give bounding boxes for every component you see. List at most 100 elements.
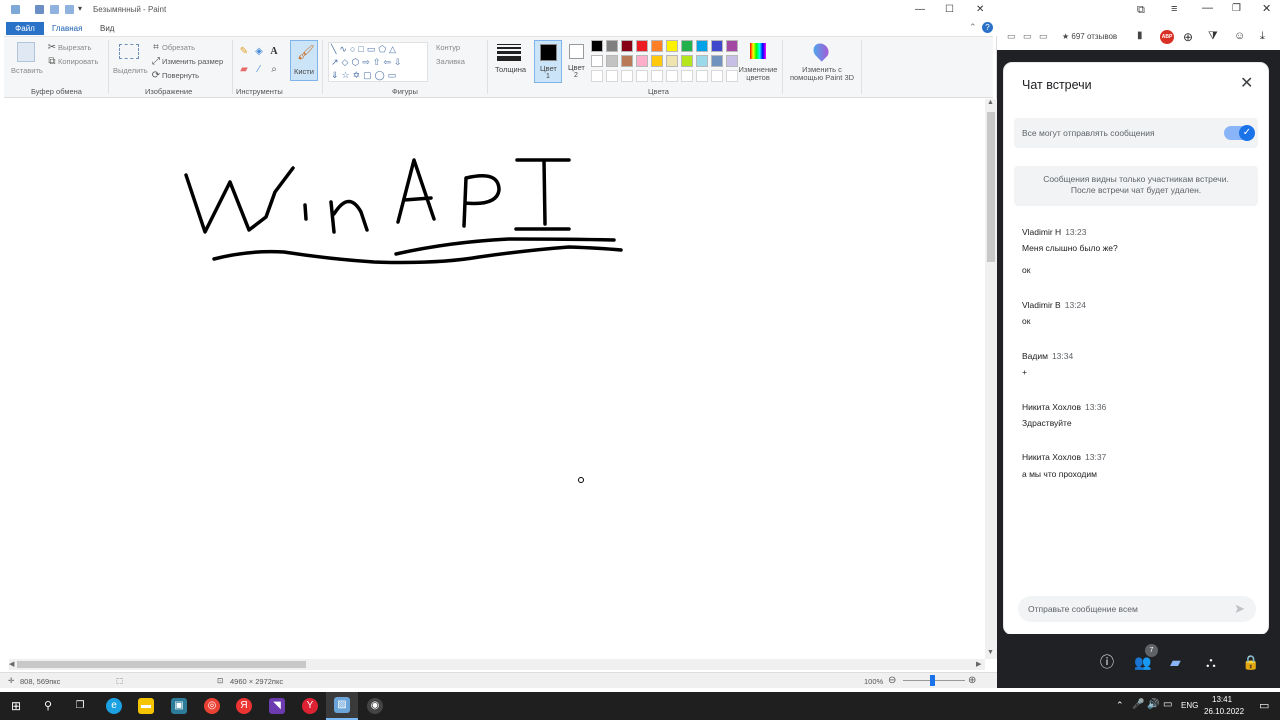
palette-custom-swatch[interactable] <box>606 70 618 82</box>
chat-bubble-icon[interactable]: ▭ <box>1039 31 1048 42</box>
allow-messages-toggle[interactable]: ✓ <box>1224 125 1255 141</box>
rotate-icon[interactable]: ⟳ <box>150 70 162 82</box>
palette-custom-swatch[interactable] <box>666 70 678 82</box>
chat-message-input[interactable]: Отправьте сообщение всем ➤ <box>1018 596 1256 622</box>
magnifier-icon[interactable]: ⌕ <box>268 64 280 76</box>
yandex-browser-icon[interactable]: Y <box>302 698 318 714</box>
close-button[interactable]: ✕ <box>976 4 984 15</box>
palette-swatch[interactable] <box>621 55 633 67</box>
adblock-icon[interactable]: ABP <box>1160 30 1174 44</box>
cast-icon[interactable]: ▭ <box>1023 31 1032 42</box>
paint3d-button[interactable]: Изменить с помощью Paint 3D <box>786 66 858 82</box>
palette-custom-swatch[interactable] <box>696 70 708 82</box>
paste-icon[interactable] <box>17 42 35 62</box>
palette-swatch[interactable] <box>651 55 663 67</box>
stroke-size-button[interactable]: Толщина <box>495 65 526 74</box>
crop-button[interactable]: Обрезать <box>162 43 195 52</box>
palette-swatch[interactable] <box>606 55 618 67</box>
task-view-icon[interactable]: ❐ <box>72 698 88 714</box>
resize-button[interactable]: Изменить размер <box>162 57 223 66</box>
menu-icon[interactable]: ≡ <box>1171 3 1177 15</box>
palette-swatch[interactable] <box>711 55 723 67</box>
paste-button[interactable]: Вставить <box>11 66 43 75</box>
palette-swatch[interactable] <box>636 55 648 67</box>
visual-studio-icon[interactable]: ◥ <box>269 698 285 714</box>
tab-view[interactable]: Вид <box>100 24 114 33</box>
palette-swatch[interactable] <box>636 40 648 52</box>
palette-swatch[interactable] <box>696 55 708 67</box>
downloads-icon[interactable]: ⤓ <box>1260 30 1265 43</box>
palette-custom-swatch[interactable] <box>711 70 723 82</box>
vertical-scrollbar-thumb[interactable] <box>987 112 995 262</box>
select-icon[interactable] <box>119 44 139 59</box>
activities-icon[interactable]: ⛬ <box>1206 654 1216 670</box>
palette-swatch[interactable] <box>666 40 678 52</box>
palette-swatch[interactable] <box>681 55 693 67</box>
tab-home[interactable]: Главная <box>52 24 82 33</box>
close-icon[interactable]: ✕ <box>1262 2 1271 15</box>
stroke-size-icon[interactable] <box>497 44 521 61</box>
host-controls-icon[interactable]: 🔒 <box>1242 654 1259 670</box>
network-icon[interactable]: ▭ <box>1163 699 1172 710</box>
zoom-slider-thumb[interactable] <box>930 675 935 686</box>
tab-file[interactable]: Файл <box>6 22 44 35</box>
color1-button[interactable]: Цвет 1 <box>534 40 562 83</box>
palette-swatch[interactable] <box>726 40 738 52</box>
search-icon[interactable]: ⚲ <box>40 698 56 714</box>
picture-in-picture-icon[interactable]: ⧉ <box>1137 4 1145 17</box>
scroll-down-arrow-icon[interactable]: ▼ <box>987 649 994 656</box>
start-icon[interactable]: ⊞ <box>8 698 24 714</box>
notifications-icon[interactable]: ▭ <box>1259 699 1269 712</box>
store-icon[interactable]: ▣ <box>171 698 187 714</box>
crop-icon[interactable]: ⌗ <box>150 42 162 54</box>
palette-swatch[interactable] <box>666 55 678 67</box>
file-explorer-icon[interactable]: ▬ <box>138 698 154 714</box>
send-icon[interactable]: ➤ <box>1234 601 1245 617</box>
drawing-canvas[interactable] <box>9 102 984 658</box>
chat-close-icon[interactable]: ✕ <box>1240 76 1253 92</box>
fill-button[interactable]: Заливка <box>436 57 465 66</box>
cut-icon[interactable]: ✂ <box>46 42 58 54</box>
select-button[interactable]: Выделить <box>113 66 148 75</box>
palette-swatch[interactable] <box>591 40 603 52</box>
extensions-icon[interactable]: ⧩ <box>1208 30 1218 43</box>
palette-swatch[interactable] <box>681 40 693 52</box>
video-icon[interactable]: ▭ <box>1007 31 1016 42</box>
palette-custom-swatch[interactable] <box>621 70 633 82</box>
palette-swatch[interactable] <box>651 40 663 52</box>
eraser-icon[interactable]: ▰ <box>238 64 250 76</box>
palette-custom-swatch[interactable] <box>651 70 663 82</box>
edge-icon[interactable]: e <box>106 698 122 714</box>
palette-custom-swatch[interactable] <box>591 70 603 82</box>
chat-icon[interactable]: ▰ <box>1170 654 1181 670</box>
scroll-up-arrow-icon[interactable]: ▲ <box>987 99 994 106</box>
minimize-button[interactable]: — <box>915 4 925 15</box>
profile-icon[interactable]: ☺ <box>1234 30 1245 42</box>
microphone-icon[interactable]: 🎤 <box>1132 699 1144 710</box>
palette-swatch[interactable] <box>711 40 723 52</box>
palette-swatch[interactable] <box>696 40 708 52</box>
maximize-button[interactable]: ☐ <box>945 4 954 15</box>
brushes-button[interactable]: 🖌 Кисти <box>290 40 318 81</box>
palette-swatch[interactable] <box>621 40 633 52</box>
text-icon[interactable]: A <box>268 46 280 58</box>
palette-swatch[interactable] <box>606 40 618 52</box>
help-icon[interactable]: ? <box>982 22 993 33</box>
reviews-badge[interactable]: ★ 697 отзывов <box>1062 32 1117 41</box>
redo-icon[interactable] <box>65 5 74 14</box>
bookmark-icon[interactable]: ▮ <box>1137 30 1143 41</box>
chrome-icon[interactable]: ◎ <box>204 698 220 714</box>
pencil-icon[interactable]: ✎ <box>238 46 250 58</box>
extension-globe-icon[interactable]: ⊕ <box>1183 30 1193 44</box>
meeting-details-icon[interactable]: ⓘ <box>1100 654 1114 670</box>
palette-custom-swatch[interactable] <box>636 70 648 82</box>
outline-button[interactable]: Контур <box>436 43 460 52</box>
scroll-right-arrow-icon[interactable]: ▶ <box>976 660 981 668</box>
copy-icon[interactable]: ⧉ <box>46 56 58 68</box>
zoom-in-icon[interactable]: ⊕ <box>968 675 976 686</box>
cut-button[interactable]: Вырезать <box>58 43 91 52</box>
customize-quick-access-icon[interactable]: ▾ <box>78 4 82 13</box>
obs-icon[interactable]: ◉ <box>367 698 383 714</box>
language-indicator[interactable]: ENG <box>1181 701 1198 710</box>
zoom-out-icon[interactable]: ⊖ <box>888 675 896 686</box>
